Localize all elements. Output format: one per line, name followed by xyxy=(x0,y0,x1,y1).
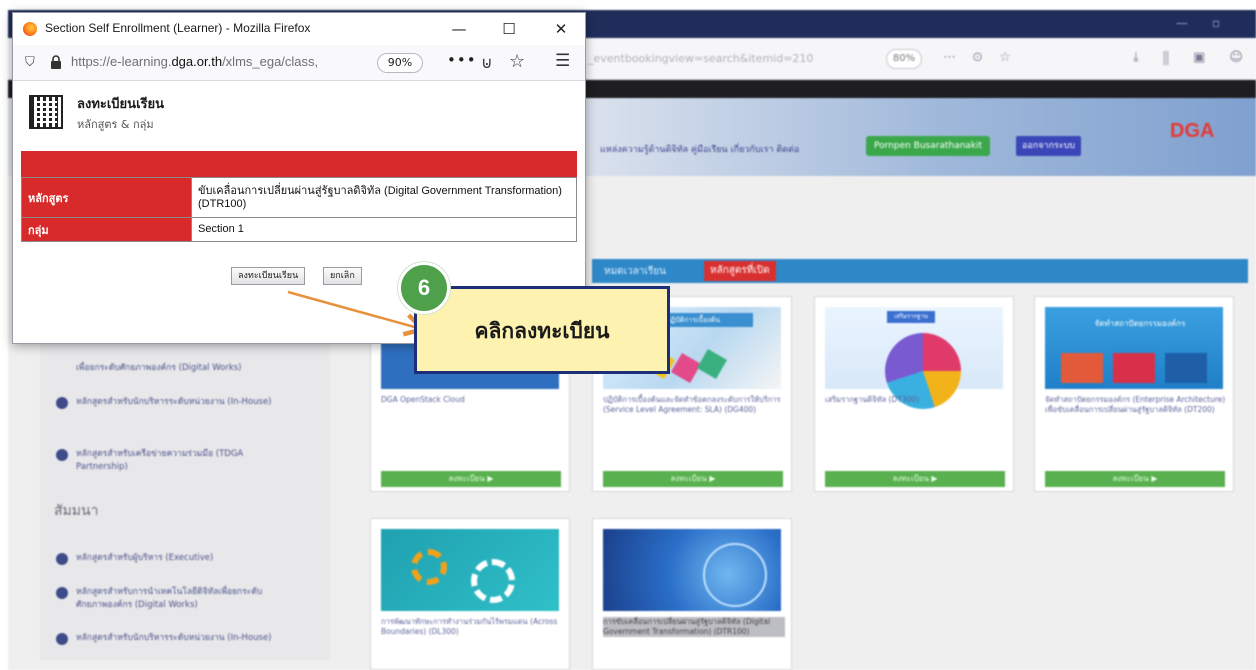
sidebar-item[interactable]: หลักสูตรสำหรับนักบริหารระดับหน่วยงาน (In… xyxy=(56,632,286,645)
sidebar-item-label: หลักสูตรสำหรับเครือข่ายความร่วมมือ (TDGA… xyxy=(76,449,244,472)
sidebar-item[interactable]: หลักสูตรสำหรับการนำเทคโนโลยีดิจิทัลเพื่อ… xyxy=(56,586,286,612)
minimize-button[interactable]: — xyxy=(441,17,477,41)
screenshot: — ▫ _eventbookingview=search&itemid=210 … xyxy=(0,0,1256,670)
course-title: การขับเคลื่อนการเปลี่ยนผ่านสู่รัฐบาลดิจิ… xyxy=(603,617,785,637)
category-icon xyxy=(56,449,68,461)
dga-logo: DGA xyxy=(1170,120,1215,142)
lock-icon[interactable] xyxy=(49,54,63,70)
course-title: จัดทำสถาปัตยกรรมองค์กร (Enterprise Archi… xyxy=(1045,395,1226,414)
sidebar-item[interactable]: หลักสูตรสำหรับนักบริหารระดับหน่วยงาน (In… xyxy=(56,396,286,409)
hamburger-menu-icon[interactable]: ☰ xyxy=(555,51,570,71)
table-row: กลุ่ม Section 1 xyxy=(21,217,577,242)
qr-code-pattern xyxy=(35,101,57,123)
globe-icon xyxy=(703,543,767,607)
pocket-icon[interactable]: ⊍ xyxy=(481,53,493,72)
close-button[interactable]: ✕ xyxy=(543,17,579,41)
sidebar-item-label: หลักสูตรสำหรับผู้บริหาร (Executive) xyxy=(76,553,214,563)
url-text[interactable]: https://e-learning.dga.or.th/xlms_ega/cl… xyxy=(71,54,318,69)
course-thumbnail: จัดทำสถาปัตยกรรมองค์กร xyxy=(1045,307,1223,389)
thumbnail-block xyxy=(1061,353,1103,383)
maximize-button[interactable]: ☐ xyxy=(491,17,527,41)
course-title: ปฏิบัติการเบื้องต้นและจัดทำข้อตกลงระดับก… xyxy=(603,395,781,414)
category-icon xyxy=(56,633,68,645)
annotation-callout: คลิกลงทะเบียน xyxy=(414,286,670,374)
hexagon-icon xyxy=(696,348,728,380)
course-card[interactable]: จัดทำสถาปัตยกรรมองค์กร จัดทำสถาปัตยกรรมอ… xyxy=(1034,296,1234,492)
enrollment-subheading: หลักสูตร & กลุ่ม xyxy=(77,118,154,131)
url-path: /xlms_ega/class, xyxy=(222,54,319,69)
maximize-icon[interactable]: ▫ xyxy=(1212,16,1220,30)
course-title: DGA OpenStack Cloud xyxy=(381,395,465,404)
tab-calendar[interactable]: หมดเวลาเรียน xyxy=(604,264,666,279)
background-url-text[interactable]: _eventbookingview=search&itemid=210 xyxy=(588,47,858,71)
section-label: กลุ่ม xyxy=(21,217,192,242)
site-top-menu[interactable]: แหล่งความรู้ด้านดิจิทัล คู่มือเรียน เกี่… xyxy=(600,142,799,156)
popup-url-bar: ⛉ https://e-learning.dga.or.th/xlms_ega/… xyxy=(13,45,585,81)
course-thumbnail xyxy=(603,529,781,611)
section-value: Section 1 xyxy=(191,217,577,242)
course-thumbnail: เสริมรากฐาน xyxy=(825,307,1003,409)
sidebar-item-label: หลักสูตรสำหรับนักบริหารระดับหน่วยงาน (In… xyxy=(76,397,272,407)
course-banner: จัดทำสถาปัตยกรรมองค์กร xyxy=(1094,319,1186,328)
category-icon xyxy=(56,397,68,409)
course-enroll-button[interactable]: ลงทะเบียน ▶ xyxy=(825,471,1005,487)
sidebar-item[interactable]: เพื่อยกระดับศักยภาพองค์กร (Digital Works… xyxy=(56,362,286,375)
course-thumbnail xyxy=(381,529,559,611)
popup-titlebar: Section Self Enrollment (Learner) - Mozi… xyxy=(13,13,585,45)
firefox-icon xyxy=(23,22,37,36)
background-zoom-badge[interactable]: 80% xyxy=(886,49,922,69)
bookmark-star-icon[interactable]: ☆ xyxy=(509,51,525,72)
thumbnail-block xyxy=(1165,353,1207,383)
course-value: ขับเคลื่อนการเปลี่ยนผ่านสู่รัฐบาลดิจิทัล… xyxy=(191,177,577,218)
thumbnail-block xyxy=(1113,353,1155,383)
minimize-icon[interactable]: — xyxy=(1176,16,1188,30)
category-icon xyxy=(56,587,68,599)
annotation-text: คลิกลงทะเบียน xyxy=(474,319,610,343)
course-card[interactable]: การพัฒนาทักษะการทำงานร่วมกันไร้พรมแดน (A… xyxy=(370,518,570,670)
course-label: หลักสูตร xyxy=(21,177,192,218)
background-page-action-icons[interactable]: ⋯ ⊙ ☆ xyxy=(943,50,1017,65)
sidebar-item-label: หลักสูตรสำหรับนักบริหารระดับหน่วยงาน (In… xyxy=(76,633,272,643)
course-enroll-button[interactable]: ลงทะเบียน ▶ xyxy=(381,471,561,487)
table-row: หลักสูตร ขับเคลื่อนการเปลี่ยนผ่านสู่รัฐบ… xyxy=(21,177,577,218)
course-title: เสริมรากฐานดิจิทัล (DT300) xyxy=(825,395,920,404)
background-toolbar-icons[interactable]: ⤓ ⫼ ▣ ☺ xyxy=(1133,50,1253,65)
sidebar-heading: สัมมนา xyxy=(54,503,99,519)
sidebar-item-label: เพื่อยกระดับศักยภาพองค์กร (Digital Works… xyxy=(76,363,242,373)
user-name-button[interactable]: Pornpen Busarathanakit xyxy=(866,136,991,156)
enrollment-details-table: หลักสูตร ขับเคลื่อนการเปลี่ยนผ่านสู่รัฐบ… xyxy=(21,177,577,242)
course-enroll-button[interactable]: ลงทะเบียน ▶ xyxy=(603,471,783,487)
category-icon xyxy=(56,553,68,565)
course-banner: เสริมรากฐาน xyxy=(887,311,935,323)
zoom-level-badge[interactable]: 90% xyxy=(377,53,423,73)
qr-code-icon xyxy=(29,95,63,129)
gear-icon xyxy=(471,559,515,603)
url-domain: dga.or.th xyxy=(171,54,223,69)
course-card[interactable]: การขับเคลื่อนการเปลี่ยนผ่านสู่รัฐบาลดิจิ… xyxy=(592,518,792,670)
tab-open-courses[interactable]: หลักสูตรที่เปิด xyxy=(704,261,776,281)
step-number-badge: 6 xyxy=(398,262,450,314)
logout-button[interactable]: ออกจากระบบ xyxy=(1016,136,1082,156)
enrollment-heading: ลงทะเบียนเรียน xyxy=(77,97,164,112)
page-actions-icon[interactable]: ••• xyxy=(447,51,477,69)
form-header-bar xyxy=(21,151,577,177)
course-enroll-button[interactable]: ลงทะเบียน ▶ xyxy=(1045,471,1225,487)
tracking-shield-icon[interactable]: ⛉ xyxy=(25,55,35,70)
sidebar-item-label: หลักสูตรสำหรับการนำเทคโนโลยีดิจิทัลเพื่อ… xyxy=(76,587,263,610)
url-prefix: https://e-learning. xyxy=(71,54,172,69)
register-button[interactable]: ลงทะเบียนเรียน xyxy=(231,267,306,285)
course-title: การพัฒนาทักษะการทำงานร่วมกันไร้พรมแดน (A… xyxy=(381,617,558,636)
course-tab-bar: หมดเวลาเรียน หลักสูตรที่เปิด xyxy=(592,259,1248,283)
popup-window-title: Section Self Enrollment (Learner) - Mozi… xyxy=(45,21,311,35)
cancel-button[interactable]: ยกเลิก xyxy=(323,267,362,285)
sidebar-item[interactable]: หลักสูตรสำหรับผู้บริหาร (Executive) xyxy=(56,552,286,565)
gear-icon xyxy=(411,549,447,585)
course-card[interactable]: เสริมรากฐาน เสริมรากฐานดิจิทัล (DT300) ล… xyxy=(814,296,1014,492)
sidebar-item[interactable]: หลักสูตรสำหรับเครือข่ายความร่วมมือ (TDGA… xyxy=(56,448,286,474)
